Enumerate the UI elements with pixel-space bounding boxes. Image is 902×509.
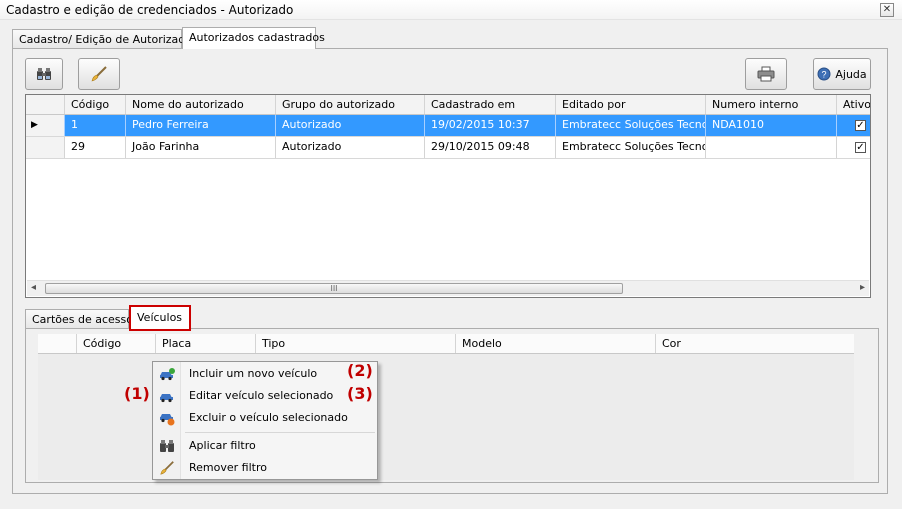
tab-autorizados-cadastrados[interactable]: Autorizados cadastrados <box>182 27 325 49</box>
cell-editado: Embratecc Soluções Tecno... <box>556 115 706 136</box>
menu-item-label: Excluir o veículo selecionado <box>189 411 348 424</box>
cell-nome: João Farinha <box>126 137 276 158</box>
scroll-thumb[interactable]: III <box>45 283 623 294</box>
cell-nome: Pedro Ferreira <box>126 115 276 136</box>
col-modelo[interactable]: Modelo <box>456 334 656 353</box>
cell-codigo: 29 <box>65 137 126 158</box>
annotation-3: (3) <box>347 384 373 403</box>
cell-ativo[interactable]: ✓ <box>837 115 870 136</box>
help-icon: ? <box>817 67 831 81</box>
menu-item-remover-filtro[interactable]: Remover filtro <box>155 457 375 479</box>
autorizados-panel: ? Ajuda Código Nome do autorizado Grupo … <box>12 48 888 494</box>
cell-grupo: Autorizado <box>276 115 425 136</box>
row-selector[interactable]: ▶ <box>26 115 65 136</box>
cell-grupo: Autorizado <box>276 137 425 158</box>
tab-label: Autorizados cadastrados <box>189 31 325 44</box>
tab-cartoes-acesso[interactable]: Cartões de acesso <box>25 309 133 328</box>
menu-item-excluir-veiculo[interactable]: Excluir o veículo selecionado <box>155 407 375 429</box>
col-placa[interactable]: Placa <box>156 334 256 353</box>
tab-veiculos[interactable]: Veículos <box>129 305 191 331</box>
cell-numero: NDA1010 <box>706 115 837 136</box>
print-button[interactable] <box>745 58 787 90</box>
window-titlebar: Cadastro e edição de credenciados - Auto… <box>0 0 902 20</box>
main-frame: Cadastro/ Edição de Autorizados Autoriza… <box>6 22 896 502</box>
menu-item-label: Incluir um novo veículo <box>189 367 318 380</box>
tab-cadastro-edicao[interactable]: Cadastro/ Edição de Autorizados <box>12 29 198 49</box>
vehicle-context-menu: Incluir um novo veículo Editar veículo s… <box>152 361 378 480</box>
filter-button[interactable] <box>25 58 63 90</box>
binoculars-icon <box>37 68 51 80</box>
menu-item-aplicar-filtro[interactable]: Aplicar filtro <box>155 435 375 457</box>
table-row[interactable]: ▶ 1 Pedro Ferreira Autorizado 19/02/2015… <box>26 115 870 137</box>
ativo-checkbox[interactable]: ✓ <box>855 142 866 153</box>
horizontal-scrollbar[interactable]: ◂ III ▸ <box>27 280 869 296</box>
row-header-corner <box>38 334 77 353</box>
col-tipo[interactable]: Tipo <box>256 334 456 353</box>
col-codigo[interactable]: Código <box>77 334 156 353</box>
car-edit-icon <box>160 394 173 403</box>
current-row-arrow-icon: ▶ <box>31 120 38 130</box>
col-cadastrado[interactable]: Cadastrado em <box>425 95 556 114</box>
col-nome[interactable]: Nome do autorizado <box>126 95 276 114</box>
binoculars-icon <box>160 440 174 452</box>
menu-item-editar-veiculo[interactable]: Editar veículo selecionado <box>155 385 375 407</box>
col-numero[interactable]: Numero interno <box>706 95 837 114</box>
brush-icon <box>160 461 174 475</box>
cell-numero <box>706 137 837 158</box>
col-cor[interactable]: Cor <box>656 334 854 353</box>
table-row[interactable]: 29 João Farinha Autorizado 29/10/2015 09… <box>26 137 870 159</box>
printer-icon <box>757 66 775 82</box>
col-codigo[interactable]: Código <box>65 95 126 114</box>
col-ativo[interactable]: Ativo <box>837 95 870 114</box>
menu-item-label: Remover filtro <box>189 461 267 474</box>
car-delete-icon <box>160 414 175 426</box>
col-grupo[interactable]: Grupo do autorizado <box>276 95 425 114</box>
tab-label: Cartões de acesso <box>32 313 133 326</box>
cell-editado: Embratecc Soluções Tecno... <box>556 137 706 158</box>
brush-icon <box>91 66 107 82</box>
menu-separator <box>185 432 375 433</box>
ativo-checkbox[interactable]: ✓ <box>855 120 866 131</box>
row-header-corner <box>26 95 65 114</box>
tab-label: Cadastro/ Edição de Autorizados <box>19 33 198 46</box>
close-button[interactable]: ✕ <box>880 3 894 17</box>
cell-ativo[interactable]: ✓ <box>837 137 870 158</box>
cell-cadastrado: 19/02/2015 10:37 <box>425 115 556 136</box>
menu-item-incluir-veiculo[interactable]: Incluir um novo veículo <box>155 363 375 385</box>
help-button[interactable]: ? Ajuda <box>813 58 871 90</box>
help-label: Ajuda <box>835 67 867 81</box>
row-selector[interactable] <box>26 137 65 158</box>
annotation-1: (1) <box>124 384 150 403</box>
window-title: Cadastro e edição de credenciados - Auto… <box>6 3 294 17</box>
car-add-icon <box>160 368 175 381</box>
menu-item-label: Aplicar filtro <box>189 439 256 452</box>
tab-label: Veículos <box>137 311 183 324</box>
menu-item-label: Editar veículo selecionado <box>189 389 334 402</box>
scroll-right-arrow[interactable]: ▸ <box>860 282 865 293</box>
scroll-left-arrow[interactable]: ◂ <box>31 282 36 293</box>
col-editado[interactable]: Editado por <box>556 95 706 114</box>
svg-text:?: ? <box>822 70 827 80</box>
cell-cadastrado: 29/10/2015 09:48 <box>425 137 556 158</box>
grid-header: Código Nome do autorizado Grupo do autor… <box>26 95 870 115</box>
vehicle-grid-header: Código Placa Tipo Modelo Cor <box>38 334 854 354</box>
authorized-grid[interactable]: Código Nome do autorizado Grupo do autor… <box>25 94 871 298</box>
cell-codigo: 1 <box>65 115 126 136</box>
annotation-2: (2) <box>347 361 373 380</box>
clear-filter-button[interactable] <box>78 58 120 90</box>
